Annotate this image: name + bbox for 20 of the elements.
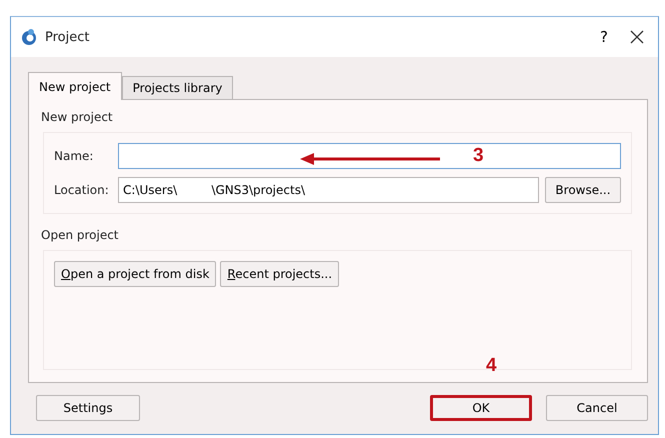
step-number: 4 — [486, 355, 497, 377]
location-field[interactable]: C:\Users\ \GNS3\projects\ — [118, 177, 539, 203]
field-label: Name: — [54, 149, 94, 163]
dialog-button[interactable]: Cancel — [546, 395, 648, 421]
close-icon[interactable] — [630, 30, 644, 44]
browse-button[interactable]: Browse... — [545, 177, 621, 203]
open-project-button[interactable]: Open a project from disk — [54, 261, 216, 287]
field-label: Location: — [54, 183, 110, 197]
open-project-button[interactable]: Recent projects... — [220, 261, 340, 287]
step-number: 3 — [473, 145, 484, 167]
tab[interactable]: Projects library — [122, 76, 234, 100]
name-field[interactable] — [118, 143, 621, 169]
dialog-button[interactable]: Settings — [36, 395, 140, 421]
section-heading: New project — [41, 110, 114, 124]
tab[interactable]: New project — [28, 72, 122, 100]
section-heading: Open project — [41, 228, 120, 242]
dialog-button[interactable]: OK — [430, 395, 532, 421]
help-button[interactable]: ? — [586, 28, 622, 46]
app-logo-icon — [21, 28, 37, 46]
window-title: Project — [45, 30, 90, 44]
